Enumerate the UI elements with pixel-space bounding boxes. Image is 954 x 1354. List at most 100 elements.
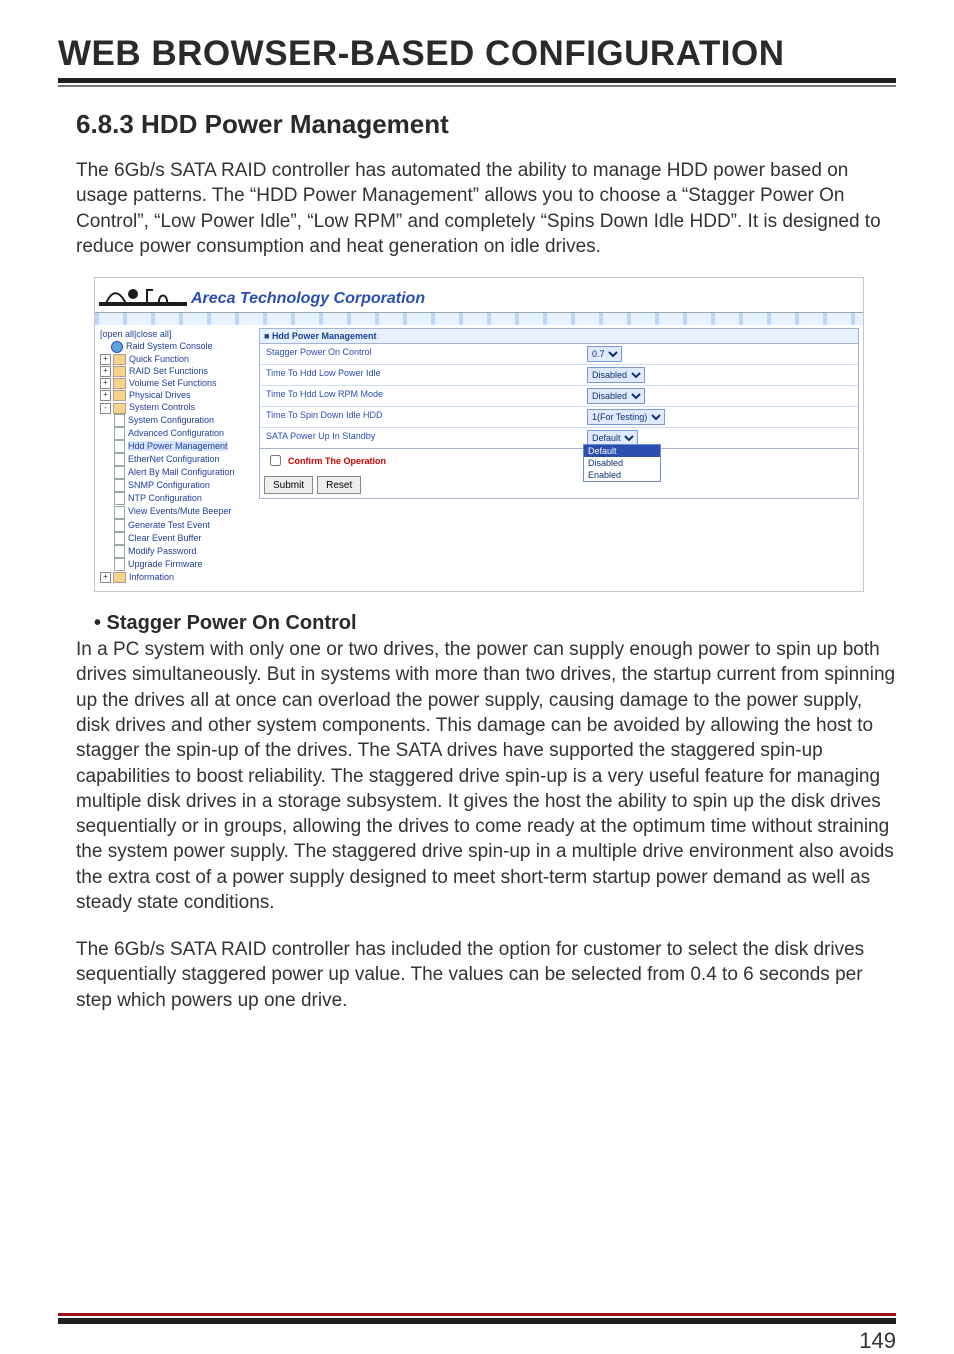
bullet-body-1: In a PC system with only one or two driv… xyxy=(76,637,896,915)
footer-red-rule xyxy=(58,1313,896,1316)
folder-icon xyxy=(113,378,126,389)
option-row: Time To Hdd Low RPM ModeDisabled xyxy=(260,385,858,406)
tree-expand-icon[interactable]: + xyxy=(100,378,111,389)
tree-item[interactable]: SNMP Configuration xyxy=(100,479,250,492)
settings-panel: ■ Hdd Power Management Stagger Power On … xyxy=(259,328,859,499)
option-label: Stagger Power On Control xyxy=(260,344,583,364)
dropdown-option[interactable]: Enabled xyxy=(584,469,660,481)
page-icon xyxy=(114,532,125,545)
tree-item[interactable]: Upgrade Firmware xyxy=(100,558,250,571)
tree-item[interactable]: EtherNet Configuration xyxy=(100,453,250,466)
page-number: 149 xyxy=(859,1328,896,1354)
option-row: Time To Hdd Low Power IdleDisabled xyxy=(260,364,858,385)
option-label: Time To Spin Down Idle HDD xyxy=(260,407,583,427)
tree-link[interactable]: Clear Event Buffer xyxy=(128,533,201,543)
header-stripe xyxy=(95,313,863,325)
page-icon xyxy=(114,427,125,440)
tree-link[interactable]: Information xyxy=(129,572,174,582)
reset-button[interactable]: Reset xyxy=(317,476,361,494)
option-label: Time To Hdd Low RPM Mode xyxy=(260,386,583,406)
tree-expand-icon[interactable]: + xyxy=(100,390,111,401)
tree-item[interactable]: + Quick Function xyxy=(100,353,250,365)
tree-item[interactable]: System Configuration xyxy=(100,414,250,427)
folder-icon xyxy=(113,572,126,583)
content-pane: ■ Hdd Power Management Stagger Power On … xyxy=(255,325,863,591)
folder-icon xyxy=(113,354,126,365)
tree-link[interactable]: Physical Drives xyxy=(129,390,191,400)
tree-link[interactable]: Volume Set Functions xyxy=(129,378,217,388)
dropdown-option[interactable]: Default xyxy=(584,445,660,457)
bullet-heading: • Stagger Power On Control xyxy=(94,612,896,635)
confirm-row: Confirm The Operation xyxy=(260,448,858,472)
screenshot-header: Areca Technology Corporation xyxy=(95,278,863,313)
confirm-checkbox[interactable] xyxy=(270,455,281,466)
tree-link[interactable]: Generate Test Event xyxy=(128,520,210,530)
dropdown-option[interactable]: Disabled xyxy=(584,457,660,469)
tree-link[interactable]: Alert By Mail Configuration xyxy=(128,467,235,477)
tree-toggle-all[interactable]: [open all|close all] xyxy=(100,328,250,340)
page-icon xyxy=(114,466,125,479)
tree-item[interactable]: Hdd Power Management xyxy=(100,440,250,453)
tree-link[interactable]: System Controls xyxy=(129,402,195,412)
tree-expand-icon[interactable]: - xyxy=(100,403,111,414)
option-select[interactable]: 1(For Testing) xyxy=(587,409,665,425)
option-select[interactable]: Disabled xyxy=(587,367,645,383)
folder-icon xyxy=(113,390,126,401)
page-icon xyxy=(114,558,125,571)
tree-link[interactable]: NTP Configuration xyxy=(128,493,202,503)
tree-item[interactable]: NTP Configuration xyxy=(100,492,250,505)
tree-item[interactable]: Modify Password xyxy=(100,545,250,558)
page-icon xyxy=(114,545,125,558)
confirm-label: Confirm The Operation xyxy=(288,456,386,466)
bullet-body-2: The 6Gb/s SATA RAID controller has inclu… xyxy=(76,937,896,1013)
tree-link[interactable]: RAID Set Functions xyxy=(129,366,208,376)
option-select[interactable]: 0.7 xyxy=(587,346,622,362)
tree-item[interactable]: Generate Test Event xyxy=(100,519,250,532)
tree-link[interactable]: Hdd Power Management xyxy=(128,441,228,451)
tree-link[interactable]: Modify Password xyxy=(128,546,197,556)
tree-expand-icon[interactable]: + xyxy=(100,366,111,377)
option-row: Stagger Power On Control0.7 xyxy=(260,344,858,364)
dropdown-list[interactable]: DefaultDisabledEnabled xyxy=(583,444,661,482)
tree-item[interactable]: Clear Event Buffer xyxy=(100,532,250,545)
tree-link[interactable]: View Events/Mute Beeper xyxy=(128,506,231,516)
page-icon xyxy=(114,492,125,505)
tree-link[interactable]: System Configuration xyxy=(128,415,214,425)
page-header-title: WEB BROWSER-BASED CONFIGURATION xyxy=(58,34,896,74)
tree-link[interactable]: Advanced Configuration xyxy=(128,428,224,438)
tree-item[interactable]: + RAID Set Functions xyxy=(100,365,250,377)
tree-link[interactable]: Quick Function xyxy=(129,354,189,364)
tree-item[interactable]: + Volume Set Functions xyxy=(100,377,250,389)
page-icon xyxy=(114,453,125,466)
page-icon xyxy=(114,479,125,492)
tree-item[interactable]: Alert By Mail Configuration xyxy=(100,466,250,479)
embedded-screenshot: Areca Technology Corporation [open all|c… xyxy=(94,277,864,592)
page-icon xyxy=(114,440,125,453)
tree-item[interactable]: + Physical Drives xyxy=(100,389,250,401)
page-icon xyxy=(114,414,125,427)
tree-link[interactable]: SNMP Configuration xyxy=(128,480,210,490)
tree-item[interactable]: + Information xyxy=(100,571,250,583)
footer-rules xyxy=(58,1313,896,1324)
tree-item[interactable]: Raid System Console xyxy=(100,340,250,353)
option-row: SATA Power Up In StandbyDefaultDefaultDi… xyxy=(260,427,858,448)
tree-expand-icon[interactable]: + xyxy=(100,354,111,365)
submit-button[interactable]: Submit xyxy=(264,476,313,494)
tree-link[interactable]: Upgrade Firmware xyxy=(128,559,203,569)
tree-item[interactable]: View Events/Mute Beeper xyxy=(100,505,250,518)
panel-title: ■ Hdd Power Management xyxy=(260,329,858,344)
folder-icon xyxy=(113,366,126,377)
tree-link[interactable]: EtherNet Configuration xyxy=(128,454,220,464)
tree-link[interactable]: Raid System Console xyxy=(126,341,213,351)
divider-thick xyxy=(58,78,896,83)
tree-item[interactable]: Advanced Configuration xyxy=(100,427,250,440)
tree-expand-icon[interactable]: + xyxy=(100,572,111,583)
globe-icon xyxy=(111,341,123,353)
option-select[interactable]: Disabled xyxy=(587,388,645,404)
option-label: Time To Hdd Low Power Idle xyxy=(260,365,583,385)
folder-icon xyxy=(113,403,126,414)
brand-title: Areca Technology Corporation xyxy=(191,290,425,312)
page-icon xyxy=(114,506,125,519)
tree-item[interactable]: - System Controls xyxy=(100,401,250,413)
section-heading: 6.8.3 HDD Power Management xyxy=(76,109,896,140)
